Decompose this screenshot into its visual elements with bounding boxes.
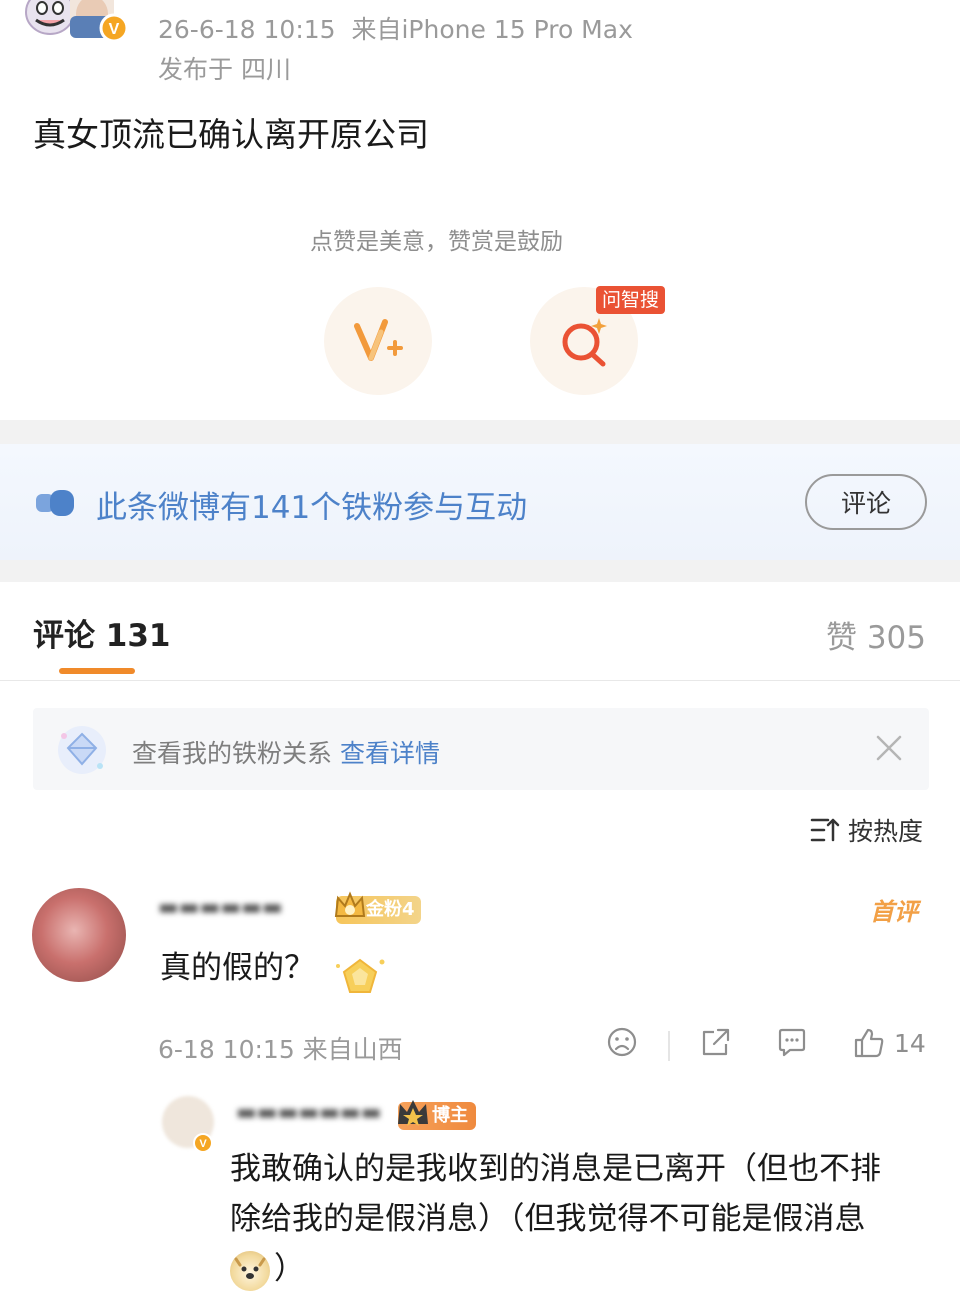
diamond-icon <box>54 722 110 782</box>
commenter-name-obscured[interactable]: ▬▬▬▬▬▬ <box>158 895 283 920</box>
ai-search-badge: 问智搜 <box>596 286 666 314</box>
reward-hint: 点赞是美意，赞赏是鼓励 <box>310 229 563 255</box>
reply-text-line-3: ） <box>230 1244 930 1294</box>
first-comment-tag: 首评 <box>870 898 918 926</box>
commenter-avatar[interactable] <box>32 888 126 982</box>
dislike-button[interactable] <box>606 1026 638 1058</box>
reply-button[interactable] <box>776 1026 808 1058</box>
action-separator <box>668 1031 670 1061</box>
tab-comments[interactable]: 评论 131 <box>33 610 171 655</box>
fans-icon <box>34 488 76 522</box>
comment-meta: 6-18 10:15 来自山西 <box>158 1035 403 1064</box>
notice-details-link[interactable]: 查看详情 <box>340 739 440 768</box>
fans-banner-text: 此条微博有141个铁粉参与互动 <box>96 490 528 526</box>
tab-likes[interactable]: 赞 305 <box>826 612 926 657</box>
sort-icon <box>810 818 840 842</box>
author-avatar[interactable]: V <box>22 0 129 46</box>
close-icon[interactable] <box>874 733 904 767</box>
post-timestamp: 26-6-18 10:15 <box>158 15 336 44</box>
verified-icon: V <box>193 1133 213 1153</box>
vplus-icon <box>354 319 403 361</box>
thumbs-up-icon <box>854 1028 884 1058</box>
reward-button[interactable] <box>324 287 432 395</box>
notice-label: 查看我的铁粉关系 <box>132 739 333 768</box>
crown-icon <box>334 891 366 917</box>
sad-face-icon <box>607 1027 637 1057</box>
fans-notice-text: 查看我的铁粉关系 查看详情 <box>132 734 440 770</box>
badge-label: 金粉4 <box>366 899 415 920</box>
like-count: 14 <box>894 1028 926 1058</box>
ai-search-icon <box>562 318 607 367</box>
sort-label: 按热度 <box>848 817 924 846</box>
doge-emoji-icon <box>230 1250 270 1291</box>
svg-text:V: V <box>109 21 120 38</box>
post-text: 真女顶流已确认离开原公司 <box>33 115 429 154</box>
reply-author-name-obscured[interactable]: ▬▬▬▬▬▬▬ <box>236 1100 382 1125</box>
reply-text: 我敢确认的是我收到的消息是已离开（但也不排 除给我的是假消息）（但我觉得不可能是… <box>230 1144 930 1294</box>
svg-text:V: V <box>199 1138 207 1150</box>
section-divider-2 <box>0 560 960 582</box>
reply-text-line-2: 除给我的是假消息）（但我觉得不可能是假消息 <box>230 1201 866 1237</box>
fans-comment-button[interactable]: 评论 <box>805 474 927 530</box>
post-source: 来自iPhone 15 Pro Max <box>351 15 633 44</box>
like-button[interactable]: 14 <box>852 1026 926 1060</box>
gold-medal-icon <box>336 958 385 993</box>
post-location: 发布于 四川 <box>158 55 291 84</box>
reply-text-end: ） <box>274 1251 305 1287</box>
post-timestamp-line: 26-6-18 10:15 来自iPhone 15 Pro Max <box>158 10 633 46</box>
comment-text: 真的假的？ <box>160 950 315 986</box>
tabs-divider <box>0 680 960 681</box>
comment-icon <box>778 1028 806 1057</box>
crown-icon <box>398 1100 428 1126</box>
section-divider <box>0 420 960 444</box>
sort-button[interactable]: 按热度 <box>810 812 923 848</box>
tab-active-indicator <box>59 668 135 674</box>
blogger-badge-label: 博主 <box>432 1105 468 1126</box>
reply-text-line-1: 我敢确认的是我收到的消息是已离开（但也不排 <box>230 1151 881 1187</box>
share-icon <box>702 1028 730 1056</box>
share-button[interactable] <box>700 1026 732 1058</box>
